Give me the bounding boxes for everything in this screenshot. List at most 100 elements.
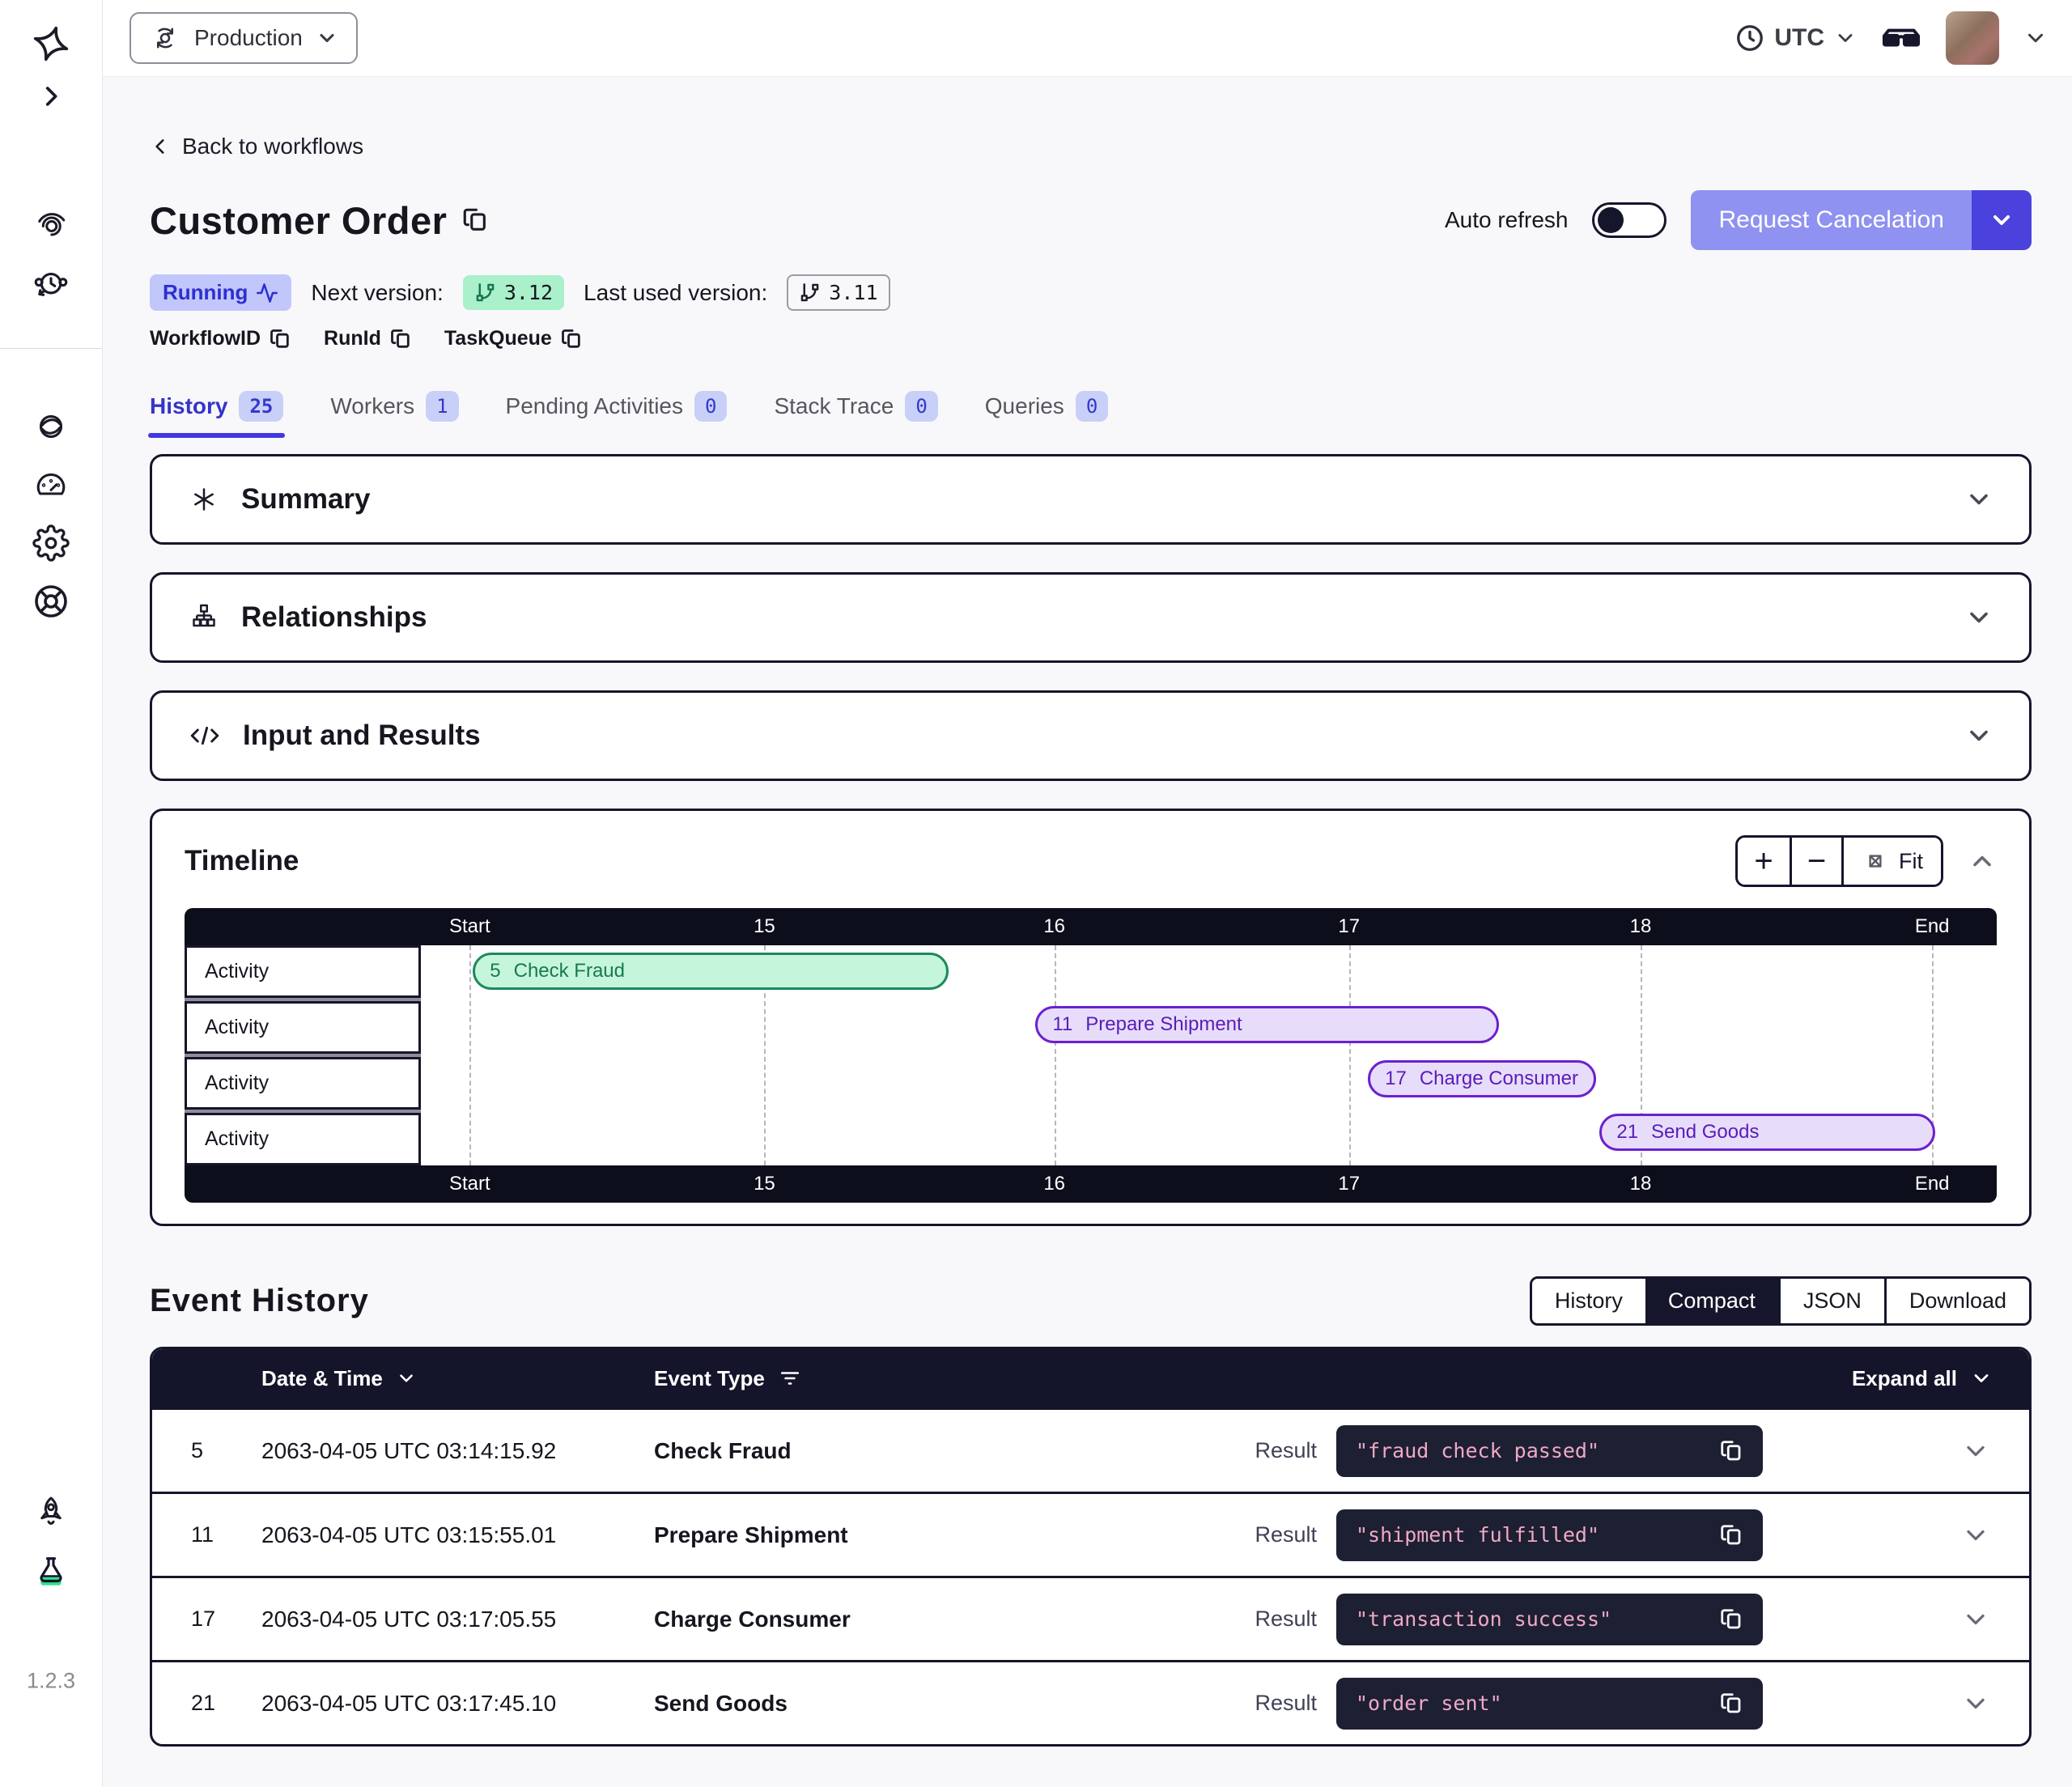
copy-title-icon[interactable] <box>461 206 489 234</box>
column-event-type[interactable]: Event Type <box>654 1366 800 1391</box>
input-results-section[interactable]: Input and Results <box>150 690 2032 781</box>
tab-stack-trace[interactable]: Stack Trace 0 <box>774 391 937 427</box>
copy-icon[interactable] <box>560 328 583 350</box>
timeline-tick: End <box>1915 1173 1950 1195</box>
event-row[interactable]: 11 2063-04-05 UTC 03:15:55.01 Prepare Sh… <box>152 1492 2029 1576</box>
timeline-tick: 16 <box>1043 915 1065 938</box>
chevron-down-icon[interactable] <box>1964 485 1993 514</box>
settings-icon[interactable] <box>32 524 70 562</box>
tab-workers[interactable]: Workers 1 <box>330 391 458 427</box>
rocket-icon[interactable] <box>32 1493 70 1532</box>
copy-icon[interactable] <box>389 328 412 350</box>
run-id-copy[interactable]: RunId <box>324 327 412 350</box>
schedules-icon[interactable] <box>31 264 71 304</box>
timeline-bar-check-fraud[interactable]: 5Check Fraud <box>473 953 949 990</box>
namespace-switcher[interactable]: Production <box>130 12 358 64</box>
request-cancelation-button[interactable]: Request Cancelation <box>1691 190 2032 250</box>
result-value: "transaction success" <box>1356 1607 1611 1631</box>
status-label: Running <box>163 280 248 305</box>
sidebar-expand-icon[interactable] <box>37 83 65 110</box>
timeline-tick: 15 <box>754 1173 775 1195</box>
timeline-tick: 17 <box>1338 1173 1360 1195</box>
event-id: 11 <box>152 1522 261 1547</box>
sort-chevron-icon <box>396 1368 417 1389</box>
event-row[interactable]: 17 2063-04-05 UTC 03:17:05.55 Charge Con… <box>152 1576 2029 1660</box>
expand-all-button[interactable]: Expand all <box>1852 1366 1993 1391</box>
nexus-icon[interactable] <box>31 406 71 447</box>
copy-icon[interactable] <box>269 328 291 350</box>
last-version-badge: 3.11 <box>787 274 890 311</box>
event-history-view-switcher: History Compact JSON Download <box>1530 1276 2032 1326</box>
timeline-gridline <box>1349 945 1351 1165</box>
event-id: 17 <box>152 1607 261 1632</box>
copy-result-icon[interactable] <box>1719 1607 1743 1632</box>
timeline-tick: Start <box>449 915 490 938</box>
timeline-tick: 15 <box>754 915 775 938</box>
timeline-axis-top: Start15161718End <box>185 908 1997 945</box>
timeline-chart: 5Check Fraud 11Prepare Shipment 17Charge C… <box>421 945 1997 1165</box>
event-type: Prepare Shipment <box>654 1522 848 1548</box>
view-history-button[interactable]: History <box>1532 1279 1645 1323</box>
copy-result-icon[interactable] <box>1719 1691 1743 1716</box>
cancelation-options-caret[interactable] <box>1972 190 2032 250</box>
timeline-title: Timeline <box>185 845 299 877</box>
usage-icon[interactable] <box>32 465 70 503</box>
tab-history[interactable]: History 25 <box>150 391 283 427</box>
chevron-down-icon[interactable] <box>1964 721 1993 750</box>
timeline-tick: End <box>1915 915 1950 938</box>
expand-row-chevron-icon[interactable] <box>1961 1437 1990 1466</box>
request-cancelation-label[interactable]: Request Cancelation <box>1691 190 1972 250</box>
timeline-bar-prepare-shipment[interactable]: 11Prepare Shipment <box>1035 1006 1498 1043</box>
timezone-label: UTC <box>1774 24 1824 52</box>
user-menu-chevron-icon[interactable] <box>2023 26 2048 50</box>
workflows-icon[interactable] <box>32 206 70 244</box>
auto-refresh-toggle[interactable] <box>1592 202 1667 238</box>
app-logo-icon[interactable] <box>30 23 72 65</box>
workflow-id-copy[interactable]: WorkflowID <box>150 327 291 350</box>
labs-flask-icon[interactable] <box>32 1553 70 1592</box>
user-avatar[interactable] <box>1946 11 1999 65</box>
next-version-label: Next version: <box>311 280 443 306</box>
copy-result-icon[interactable] <box>1719 1439 1743 1463</box>
task-queue-copy[interactable]: TaskQueue <box>444 327 583 350</box>
next-version-badge: 3.12 <box>463 275 564 310</box>
timeline-axis-track: Start15161718End <box>421 1165 1997 1203</box>
view-compact-button[interactable]: Compact <box>1645 1279 1778 1323</box>
event-row[interactable]: 21 2063-04-05 UTC 03:17:45.10 Send Goods… <box>152 1660 2029 1744</box>
event-type-header-label: Event Type <box>654 1366 765 1391</box>
namespace-icon <box>149 22 181 54</box>
summary-section[interactable]: Summary <box>150 454 2032 545</box>
section-title: Input and Results <box>243 719 481 752</box>
view-json-button[interactable]: JSON <box>1778 1279 1884 1323</box>
zoom-fit-button[interactable]: Fit <box>1841 838 1941 885</box>
back-to-workflows-link[interactable]: Back to workflows <box>150 134 363 159</box>
tab-pending-activities[interactable]: Pending Activities 0 <box>506 391 728 427</box>
chevron-down-icon[interactable] <box>1964 603 1993 632</box>
timeline-bar-charge-consumer[interactable]: 17Charge Consumer <box>1368 1060 1596 1097</box>
result-code-chip: "fraud check passed" <box>1336 1425 1763 1477</box>
download-button[interactable]: Download <box>1884 1279 2029 1323</box>
collapse-timeline-icon[interactable] <box>1968 847 1997 876</box>
timeline-axis-track: Start15161718End <box>421 908 1997 945</box>
tab-label: Stack Trace <box>774 393 894 419</box>
namespace-label: Production <box>194 25 303 51</box>
support-icon[interactable] <box>32 582 70 621</box>
expand-row-chevron-icon[interactable] <box>1961 1521 1990 1550</box>
column-date-time[interactable]: Date & Time <box>261 1366 654 1391</box>
expand-row-chevron-icon[interactable] <box>1961 1689 1990 1718</box>
zoom-out-button[interactable]: − <box>1790 838 1841 885</box>
expand-all-label: Expand all <box>1852 1366 1957 1391</box>
timezone-picker[interactable]: UTC <box>1735 23 1857 53</box>
timeline-bar-send-goods[interactable]: 21Send Goods <box>1599 1114 1935 1151</box>
copy-result-icon[interactable] <box>1719 1523 1743 1547</box>
zoom-in-button[interactable]: + <box>1738 838 1790 885</box>
tab-queries[interactable]: Queries 0 <box>985 391 1109 427</box>
expand-row-chevron-icon[interactable] <box>1961 1605 1990 1634</box>
workflow-id-label: WorkflowID <box>150 327 261 350</box>
event-row[interactable]: 5 2063-04-05 UTC 03:14:15.92 Check Fraud… <box>152 1407 2029 1492</box>
timeline-card: Timeline + − Fit <box>150 809 2032 1226</box>
feedback-glasses-icon[interactable] <box>1881 22 1921 54</box>
relationships-section[interactable]: Relationships <box>150 572 2032 663</box>
sidebar-divider <box>0 348 102 349</box>
event-type: Check Fraud <box>654 1438 792 1464</box>
